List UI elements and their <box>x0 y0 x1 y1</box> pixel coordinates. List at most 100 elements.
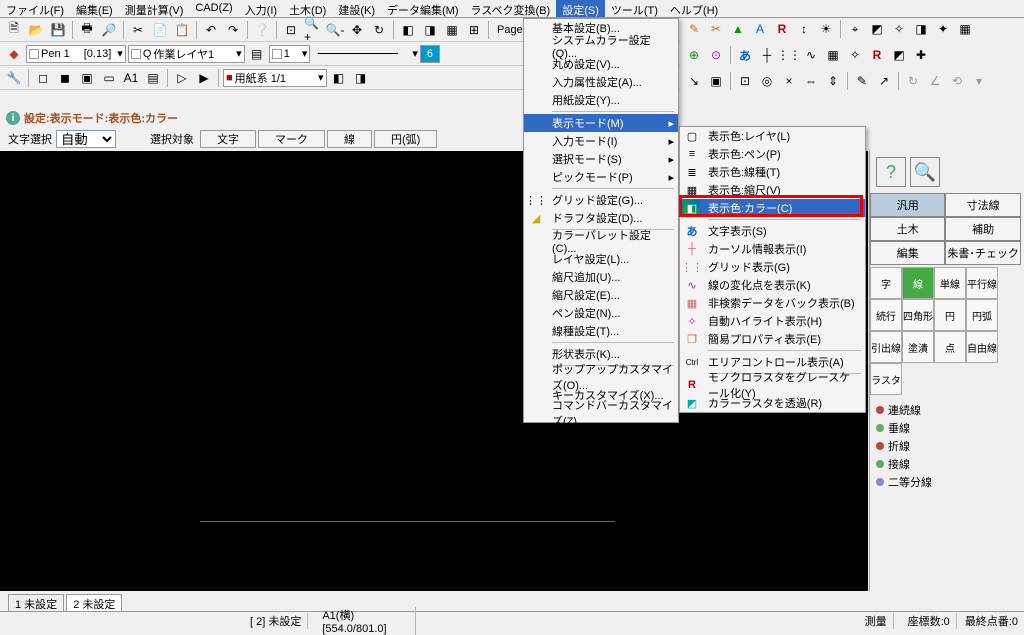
sub-linechange[interactable]: ∿線の変化点を表示(K) <box>680 276 865 294</box>
search-icon[interactable]: 🔍 <box>910 157 940 187</box>
undo-icon[interactable]: ↶ <box>201 20 221 40</box>
auto-combo[interactable]: 自動 <box>56 130 116 148</box>
paper-combo[interactable]: ■ 用紙系 1/1 ▾ <box>223 69 327 87</box>
sub-autohilite[interactable]: ✧自動ハイライト表示(H) <box>680 312 865 330</box>
sub-chardisp[interactable]: あ文字表示(S) <box>680 222 865 240</box>
rc-i8[interactable]: ⌖ <box>845 19 865 39</box>
copy-icon[interactable]: 📄 <box>150 20 170 40</box>
sub-color[interactable]: ◧表示色:カラー(C) <box>680 199 865 217</box>
dd-inputattr[interactable]: 入力属性設定(A)... <box>524 73 678 91</box>
rc-k9[interactable]: ↗ <box>874 71 894 91</box>
rc-i3[interactable]: ▲ <box>728 19 748 39</box>
rc-k10[interactable]: ↻ <box>903 71 923 91</box>
rp-tab-red[interactable]: 朱書･チェック <box>945 241 1020 265</box>
help-question-icon[interactable]: ? <box>876 157 906 187</box>
tb3-3[interactable]: ▣ <box>77 68 97 88</box>
sub-mono[interactable]: Rモノクロラスタをグレースケール化(Y) <box>680 376 865 394</box>
dd-round[interactable]: 丸め設定(V)... <box>524 55 678 73</box>
dd-scaleadd[interactable]: 縮尺追加(U)... <box>524 268 678 286</box>
rp-tab-edit[interactable]: 編集 <box>870 241 945 265</box>
sub-colraster[interactable]: ◩カラーラスタを透過(R) <box>680 394 865 412</box>
color-combo[interactable]: 6 <box>420 45 440 63</box>
menu-build[interactable]: 建設(K) <box>332 0 381 17</box>
dd-pickmode[interactable]: ピックモード(P) <box>524 168 678 186</box>
preview-icon[interactable]: 🔎 <box>99 20 119 40</box>
tb3-ex1[interactable]: ◧ <box>329 68 349 88</box>
sub-back[interactable]: ▦非検索データをバック表示(B) <box>680 294 865 312</box>
tool-point[interactable]: 点 <box>934 331 966 363</box>
refresh-icon[interactable]: ↻ <box>369 20 389 40</box>
tb3-ex2[interactable]: ◨ <box>351 68 371 88</box>
pen-combo[interactable]: Pen 1 [0.13] ▾ <box>26 45 126 63</box>
tb3-1[interactable]: ◻ <box>33 68 53 88</box>
misc-icon-3[interactable]: ▦ <box>442 20 462 40</box>
sub-linetype[interactable]: ≣表示色:線種(T) <box>680 163 865 181</box>
zoom-in-icon[interactable]: 🔍+ <box>303 20 323 40</box>
menu-rasvec[interactable]: ラスベク変換(B) <box>465 0 557 17</box>
rc-i10[interactable]: ✧ <box>889 19 909 39</box>
rc-j6[interactable]: ∿ <box>801 45 821 65</box>
tool-char[interactable]: 字 <box>870 267 902 299</box>
rc-i5[interactable]: R <box>772 19 792 39</box>
list-bisect[interactable]: 二等分線 <box>876 473 1018 491</box>
sub-cursor[interactable]: ┼カーソル情報表示(I) <box>680 240 865 258</box>
mode-arc[interactable]: 円(弧) <box>374 130 437 148</box>
layer-mgr-icon[interactable]: ▤ <box>247 44 267 64</box>
rc-k13[interactable]: ▾ <box>969 71 989 91</box>
rc-j4[interactable]: ┼ <box>757 45 777 65</box>
dd-scaleset[interactable]: 縮尺設定(E)... <box>524 286 678 304</box>
rp-tab-civil[interactable]: 土木 <box>870 217 945 241</box>
tool-free[interactable]: 自由線 <box>966 331 998 363</box>
menu-input[interactable]: 入力(I) <box>239 0 283 17</box>
tb3-2[interactable]: ◼ <box>55 68 75 88</box>
menu-edit[interactable]: 編集(E) <box>70 0 119 17</box>
tool-arc[interactable]: 円弧 <box>966 299 998 331</box>
dd-popup[interactable]: ポップアップカスタマイズ(O)... <box>524 368 678 386</box>
save-icon[interactable]: 💾 <box>48 20 68 40</box>
scale-combo[interactable]: 1 ▾ <box>269 45 311 63</box>
misc-icon-4[interactable]: ⊞ <box>464 20 484 40</box>
rc-i6[interactable]: ↕ <box>794 19 814 39</box>
menu-civil[interactable]: 土木(D) <box>283 0 332 17</box>
rc-j2[interactable]: ⊙ <box>706 45 726 65</box>
help-icon[interactable]: ❔ <box>252 20 272 40</box>
tool-single[interactable]: 単線 <box>934 267 966 299</box>
rc-i7[interactable]: ☀ <box>816 19 836 39</box>
tb3-4[interactable]: ▭ <box>99 68 119 88</box>
dd-palette[interactable]: カラーパレット設定(C)... <box>524 232 678 250</box>
rc-j10[interactable]: ◩ <box>889 45 909 65</box>
zoom-out-icon[interactable]: 🔍- <box>325 20 345 40</box>
tool-rect[interactable]: 四角形 <box>902 299 934 331</box>
rc-j9[interactable]: R <box>867 45 887 65</box>
rc-j5[interactable]: ⋮⋮ <box>779 45 799 65</box>
dd-displaymode[interactable]: 表示モード(M) <box>524 114 678 132</box>
new-icon[interactable]: 🗎 <box>4 20 24 40</box>
rc-i2[interactable]: ✂ <box>706 19 726 39</box>
rc-i4[interactable]: A <box>750 19 770 39</box>
paste-icon[interactable]: 📋 <box>172 20 192 40</box>
layer-combo[interactable]: Q作業レイヤ1 ▾ <box>128 45 245 63</box>
menu-settings[interactable]: 設定(S) <box>556 0 605 17</box>
tool-continue[interactable]: 続行 <box>870 299 902 331</box>
rc-j11[interactable]: ✚ <box>911 45 931 65</box>
tool-line[interactable]: 線 <box>902 267 934 299</box>
tool-raster[interactable]: ラスタ <box>870 363 902 395</box>
rc-k2[interactable]: ▣ <box>706 71 726 91</box>
rc-k11[interactable]: ∠ <box>925 71 945 91</box>
rc-i11[interactable]: ◨ <box>911 19 931 39</box>
pointer2-icon[interactable]: ▶ <box>194 68 214 88</box>
dd-selectmode[interactable]: 選択モード(S) <box>524 150 678 168</box>
pointer-icon[interactable]: ▷ <box>172 68 192 88</box>
rc-j3[interactable]: あ <box>735 45 755 65</box>
rc-k5[interactable]: × <box>779 71 799 91</box>
menu-survey[interactable]: 測量計算(V) <box>119 0 190 17</box>
print-icon[interactable]: 🖶 <box>77 20 97 40</box>
rc-k8[interactable]: ✎ <box>852 71 872 91</box>
rc-k1[interactable]: ↘ <box>684 71 704 91</box>
sub-pen[interactable]: ≡表示色:ペン(P) <box>680 145 865 163</box>
rc-k6[interactable]: ⇔ <box>801 71 821 91</box>
lock-icon[interactable]: ◆ <box>4 44 24 64</box>
list-tangent[interactable]: 接線 <box>876 455 1018 473</box>
sub-griddisp[interactable]: ⋮⋮グリッド表示(G) <box>680 258 865 276</box>
tool-parallel[interactable]: 平行線 <box>966 267 998 299</box>
